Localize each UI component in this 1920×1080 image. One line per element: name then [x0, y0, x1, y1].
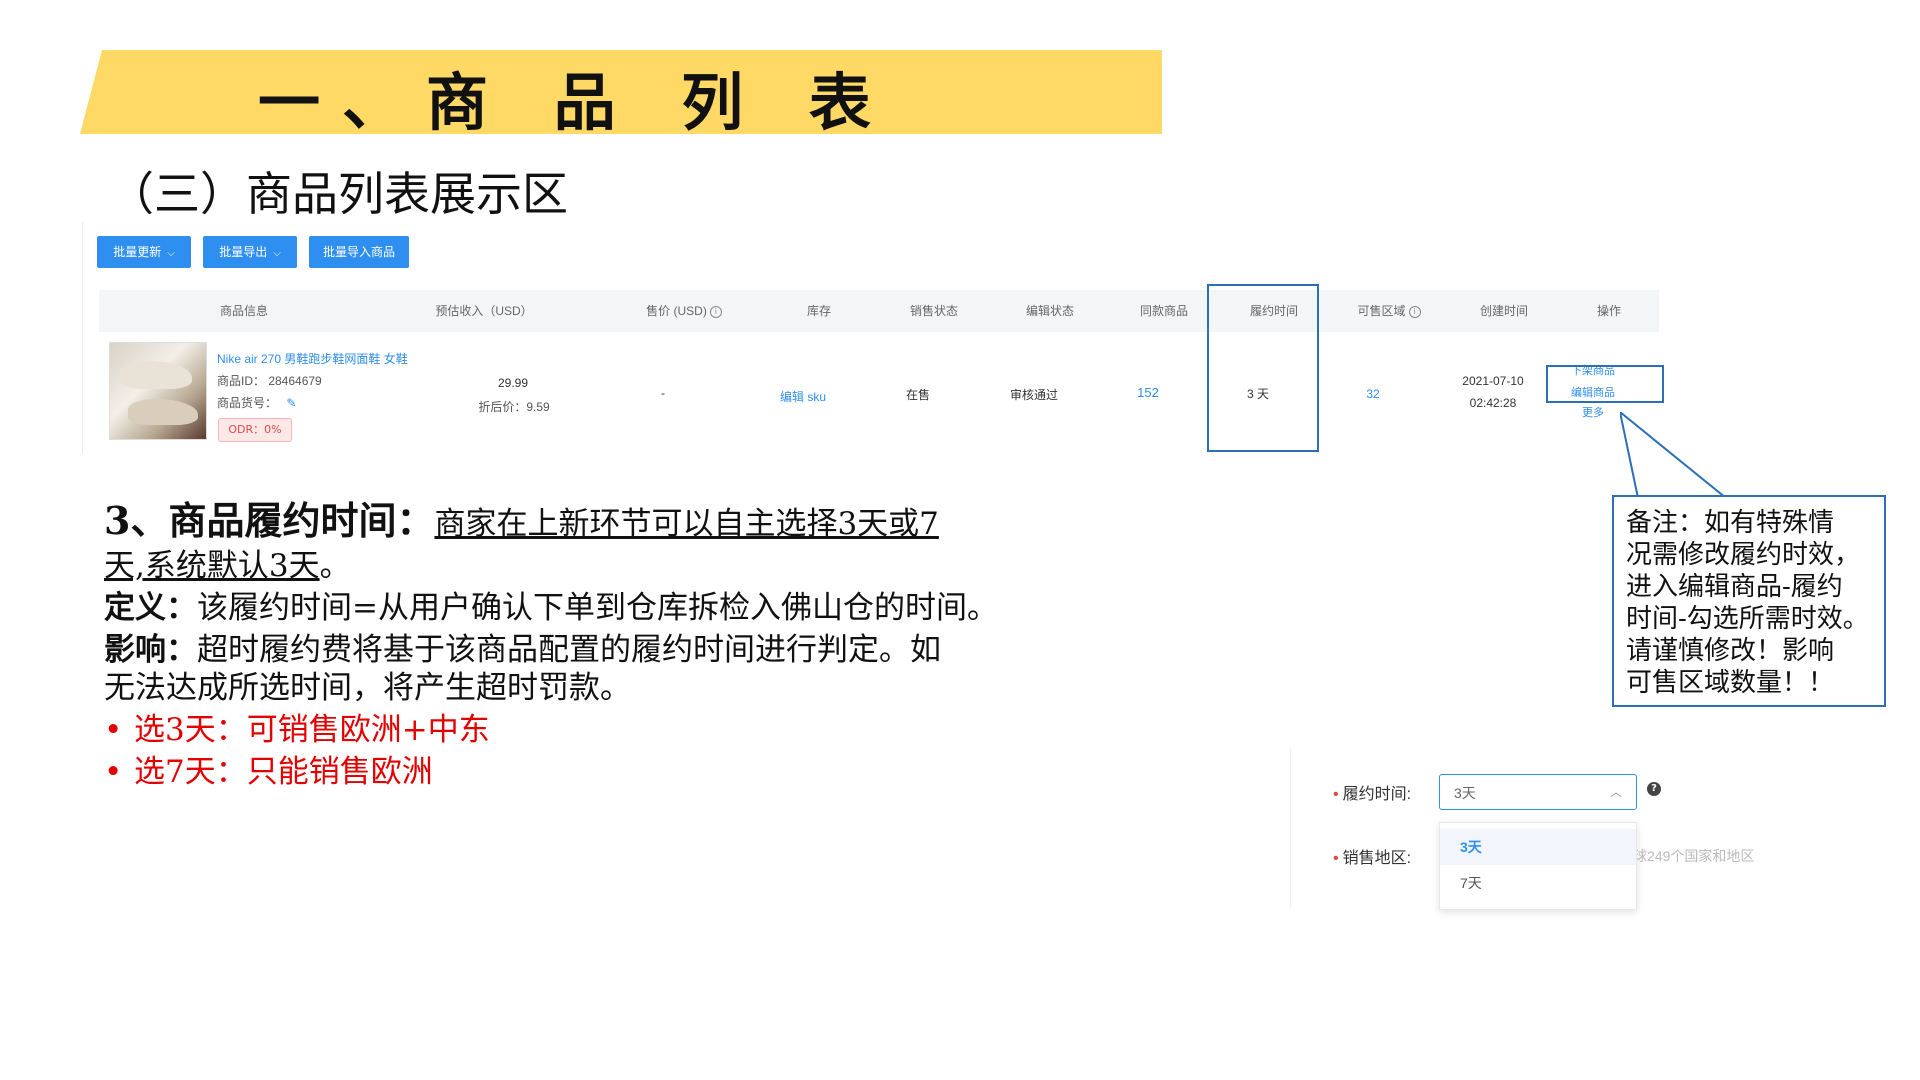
callout-pointer	[1620, 412, 1727, 499]
bullet-dot: •	[104, 712, 123, 748]
option-7-days[interactable]: 7天	[1440, 865, 1636, 901]
income-value: 29.99	[497, 376, 529, 390]
definition-line: 定义：该履约时间=从用户确认下单到仓库拆检入佛山仓的时间。	[104, 582, 998, 627]
content-heading: 3、商品履约时间：	[104, 498, 435, 543]
batch-import-label: 批量导入商品	[322, 245, 395, 259]
option-3-days[interactable]: 3天	[1440, 829, 1636, 865]
content-heading-underlined: 商家在上新环节可以自主选择3天或7	[434, 506, 939, 542]
th-actions: 操作	[1596, 304, 1621, 318]
fulfillment-label-text: 履约时间:	[1342, 786, 1412, 803]
chevron-down-icon: ⌵	[273, 248, 281, 259]
product-image[interactable]	[109, 342, 207, 440]
edit-sku-link[interactable]: 编辑 sku	[763, 388, 843, 405]
fulfillment-select[interactable]: 3天 ︿	[1439, 774, 1637, 810]
product-list-screenshot: 批量更新 ⌵ 批量导出 ⌵ 批量导入商品 商品信息 预估收入（USD） 售价 (US…	[82, 222, 1664, 454]
th-sale-regions: 可售区域 i	[1349, 290, 1429, 332]
batch-export-label: 批量导出	[219, 245, 268, 259]
impact-line-2: 无法达成所选时间，将产生超时罚款。	[104, 670, 631, 706]
note-box: 备注：如有特殊情 况需修改履约时效， 进入编辑商品-履约 时间-勾选所需时效。 …	[1612, 495, 1886, 707]
table-header: 商品信息 预估收入（USD） 售价 (USD) i 库存 销售状态 编辑状态 同款…	[99, 290, 1659, 332]
bullet-item: • 选7天：只能销售欧洲	[104, 746, 433, 791]
edit-product-highlight	[1546, 365, 1664, 403]
sale-region-label-text: 销售地区:	[1342, 850, 1412, 867]
sale-regions-link[interactable]: 32	[1353, 387, 1393, 401]
required-marker: •	[1333, 786, 1339, 803]
batch-update-label: 批量更新	[113, 245, 162, 259]
definition-text: 该履约时间=从用户确认下单到仓库拆检入佛山仓的时间。	[197, 590, 998, 626]
note-line: 时间-勾选所需时效。	[1626, 604, 1869, 634]
required-marker: •	[1333, 850, 1339, 867]
content-heading-end: 。	[319, 548, 351, 584]
th-sale-regions-label: 可售区域	[1357, 304, 1406, 318]
shoe-shape	[128, 399, 198, 425]
product-sku-label: 商品货号：	[217, 396, 278, 410]
th-sale-status: 销售状态	[909, 304, 958, 318]
product-name-link[interactable]: Nike air 270 男鞋跑步鞋网面鞋 女鞋	[217, 350, 408, 367]
bullet-item: • 选3天：可销售欧洲+中东	[104, 704, 490, 749]
content-heading-line: 3、商品履约时间：商家在上新环节可以自主选择3天或7	[104, 490, 939, 545]
chevron-down-icon: ⌵	[167, 248, 175, 259]
th-same-items: 同款商品	[1139, 304, 1188, 318]
help-icon[interactable]: ?	[1647, 782, 1661, 796]
edit-pencil-icon[interactable]: ✎	[286, 396, 296, 410]
fulfillment-dropdown: 3天 7天	[1439, 822, 1637, 910]
sale-status: 在售	[905, 388, 930, 402]
created-date: 2021-07-10	[1462, 374, 1524, 388]
more-link[interactable]: 更多	[1563, 404, 1623, 420]
th-price: 售价 (USD) i	[639, 290, 729, 332]
odr-badge: ODR：0%	[218, 418, 292, 442]
fulfillment-column-highlight	[1207, 284, 1319, 452]
info-icon[interactable]: i	[709, 305, 722, 318]
info-icon[interactable]: i	[1408, 305, 1421, 318]
page-title: 一、商 品 列 表	[258, 66, 893, 139]
fulfillment-label: • 履约时间:	[1333, 780, 1411, 804]
bullet-text: 选7天：只能销售欧洲	[134, 754, 433, 790]
shoe-shape	[120, 361, 192, 389]
content-heading-line-2: 天,系统默认3天。	[104, 540, 351, 585]
batch-update-button[interactable]: 批量更新 ⌵	[97, 236, 191, 268]
same-items-link[interactable]: 152	[1123, 385, 1173, 400]
note-line: 可售区域数量！！	[1626, 668, 1835, 698]
th-product-info: 商品信息	[219, 304, 268, 318]
content-heading-underlined-2: 天,系统默认3天	[104, 548, 320, 584]
edit-form-screenshot: • 履约时间: 3天 ︿ ? • 销售地区: 球249个国家和地区 3天 7天	[1290, 748, 1846, 910]
product-sku: 商品货号： ✎	[217, 394, 296, 411]
th-price-label: 售价 (USD)	[646, 304, 707, 318]
th-stock: 库存	[806, 304, 831, 318]
batch-export-button[interactable]: 批量导出 ⌵	[203, 236, 297, 268]
bullet-text: 选3天：可销售欧洲+中东	[134, 712, 490, 748]
note-line: 况需修改履约时效，	[1626, 540, 1861, 570]
note-line: 请谨慎修改！影响	[1626, 636, 1835, 666]
sale-region-label: • 销售地区:	[1333, 844, 1411, 868]
fulfillment-select-value: 3天	[1454, 785, 1476, 801]
created-time: 02:42:28	[1469, 396, 1517, 410]
th-income: 预估收入（USD）	[435, 304, 533, 318]
section-title: （三）商品列表展示区	[108, 167, 568, 221]
note-line: 进入编辑商品-履约	[1626, 572, 1843, 602]
price-value: -	[661, 386, 665, 400]
note-line: 备注：如有特殊情	[1626, 508, 1835, 538]
sale-region-hint: 球249个国家和地区	[1633, 848, 1755, 864]
definition-label: 定义：	[104, 590, 197, 626]
th-edit-status: 编辑状态	[1025, 304, 1074, 318]
chevron-up-icon: ︿	[1609, 785, 1622, 799]
product-id: 商品ID： 28464679	[217, 374, 322, 388]
th-created: 创建时间	[1479, 304, 1528, 318]
discount-price: 折后价：9.59	[478, 400, 550, 414]
bullet-dot: •	[104, 754, 123, 790]
batch-import-button[interactable]: 批量导入商品	[309, 236, 409, 268]
edit-status: 审核通过	[1009, 388, 1058, 402]
